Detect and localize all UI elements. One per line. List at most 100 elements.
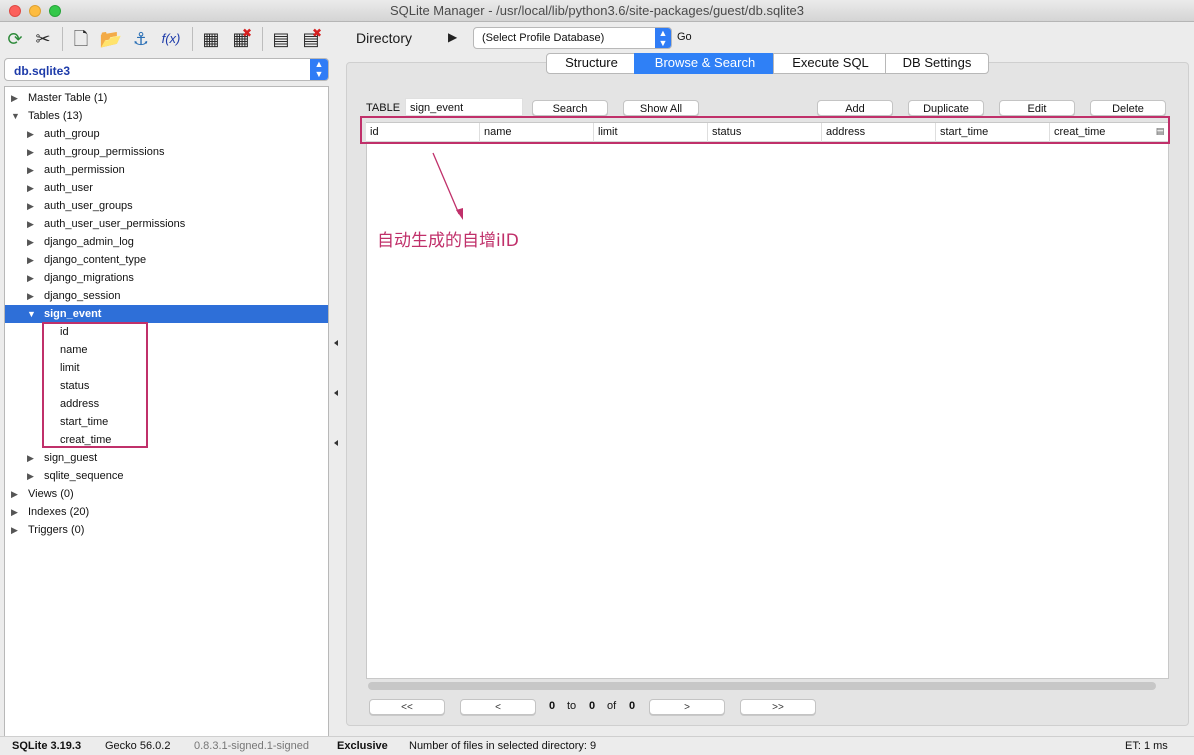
tree-item-table[interactable]: ▶ auth_user_user_permissions [5,215,328,233]
open-folder-icon[interactable]: 📂 [98,26,124,52]
disclosure-right-icon[interactable]: ▶ [27,269,34,287]
collapse-left-icon[interactable] [334,440,338,446]
disclosure-right-icon[interactable]: ▶ [27,233,34,251]
tree-item-label: auth_permission [44,164,125,176]
tree-item-label: auth_group_permissions [44,146,165,158]
new-index-icon[interactable]: ▤ [268,26,294,52]
add-button[interactable]: Add [817,100,893,116]
toolbar: ⟳ ✂ 🗋 📂 ⚓ f(x) ▦ ▦ ✖ ▤ ▤ ✖ Directory ▶ (Se… [0,23,1194,55]
panel-splitter[interactable] [333,330,339,450]
tree-item-label: auth_user_groups [44,200,133,212]
duplicate-button[interactable]: Duplicate [908,100,984,116]
tree-item-table[interactable]: ▶ django_session [5,287,328,305]
toolbar-separator [192,27,193,51]
tree-item-label: django_content_type [44,254,147,266]
show-all-button[interactable]: Show All [623,100,699,116]
tab-db-settings[interactable]: DB Settings [885,53,989,74]
tree-item-label: django_migrations [44,272,134,284]
annotation-label: 自动生成的自增iID [377,231,519,251]
function-icon[interactable]: f(x) [158,26,184,52]
chevron-updown-icon: ▲ ▼ [310,59,328,80]
horizontal-scrollbar[interactable] [368,682,1156,690]
tab-execute-sql[interactable]: Execute SQL [773,53,888,74]
tree-item-label: sign_guest [44,452,98,464]
files-count: Number of files in selected directory: 9 [409,740,597,752]
tools-icon[interactable]: ✂ [30,26,56,52]
drop-index-icon[interactable]: ▤ ✖ [298,26,324,52]
tree-item-sign-event[interactable]: ▼ sign_event [5,305,328,323]
tree-item-table[interactable]: ▶ django_admin_log [5,233,328,251]
tree-item-table[interactable]: ▶ auth_group_permissions [5,143,328,161]
collapse-left-icon[interactable] [334,390,338,396]
tree-item-table[interactable]: ▶ sqlite_sequence [5,467,328,485]
next-page-button[interactable]: > [649,699,725,715]
collapse-left-icon[interactable] [334,340,338,346]
chevron-updown-icon: ▲ ▼ [655,28,671,48]
results-grid[interactable] [366,122,1169,679]
tree-item-table[interactable]: ▶ auth_group [5,125,328,143]
columns-highlight-box [360,116,1170,144]
fields-highlight-box [42,322,148,448]
go-button[interactable]: Go [677,31,692,43]
reload-icon[interactable]: ⟳ [2,26,28,52]
pager-of-label: of [607,700,617,712]
play-icon[interactable]: ▶ [448,30,457,44]
tab-browse-search[interactable]: Browse & Search [634,53,776,74]
tree-item-table[interactable]: ▶ django_migrations [5,269,328,287]
disclosure-right-icon[interactable]: ▶ [27,215,34,233]
disclosure-right-icon[interactable]: ▶ [27,251,34,269]
prev-page-button[interactable]: < [460,699,536,715]
gecko-version: Gecko 56.0.2 [105,740,171,752]
tree-item-views[interactable]: ▶ Views (0) [5,485,328,503]
pager-from: 0 [549,700,556,712]
search-button[interactable]: Search [532,100,608,116]
disclosure-right-icon[interactable]: ▶ [27,125,34,143]
table-name-field[interactable]: sign_event [405,98,523,116]
tree-item-label: Master Table (1) [28,92,108,104]
tree-item-triggers[interactable]: ▶ Triggers (0) [5,521,328,539]
tree-item-label: django_admin_log [44,236,134,248]
first-page-button[interactable]: << [369,699,445,715]
delete-button[interactable]: Delete [1090,100,1166,116]
tree-item-label: auth_user_user_permissions [44,218,186,230]
attach-icon[interactable]: ⚓ [128,26,154,52]
tree-item-tables[interactable]: ▼ Tables (13) [5,107,328,125]
annotation-arrow [432,152,463,220]
drop-table-icon[interactable]: ▦ ✖ [228,26,254,52]
tree-item-indexes[interactable]: ▶ Indexes (20) [5,503,328,521]
tree-item-label: Tables (13) [28,110,83,122]
tab-structure[interactable]: Structure [546,53,637,74]
profile-database-select[interactable]: (Select Profile Database) ▲ ▼ [473,27,672,49]
toolbar-separator [62,27,63,51]
disclosure-right-icon[interactable]: ▶ [27,449,34,467]
tree-item-table[interactable]: ▶ auth_permission [5,161,328,179]
elapsed-time: ET: 1 ms [1125,740,1168,752]
new-file-icon[interactable]: 🗋 [68,26,94,52]
disclosure-right-icon[interactable]: ▶ [27,143,34,161]
disclosure-down-icon[interactable]: ▼ [11,107,20,125]
tree-item-label: Triggers (0) [28,524,85,536]
edit-button[interactable]: Edit [999,100,1075,116]
disclosure-right-icon[interactable]: ▶ [27,467,34,485]
lock-mode[interactable]: Exclusive [337,740,388,752]
last-page-button[interactable]: >> [740,699,816,715]
disclosure-right-icon[interactable]: ▶ [27,161,34,179]
disclosure-right-icon[interactable]: ▶ [11,89,18,107]
tree-item-label: auth_user [44,182,93,194]
tree-item-table[interactable]: ▶ sign_guest [5,449,328,467]
profile-select-value: (Select Profile Database) [482,32,605,44]
disclosure-right-icon[interactable]: ▶ [27,179,34,197]
tree-item-table[interactable]: ▶ auth_user_groups [5,197,328,215]
disclosure-right-icon[interactable]: ▶ [11,485,18,503]
tree-item-table[interactable]: ▶ auth_user [5,179,328,197]
disclosure-right-icon[interactable]: ▶ [27,287,34,305]
tree-item-master[interactable]: ▶ Master Table (1) [5,89,328,107]
new-table-icon[interactable]: ▦ [198,26,224,52]
database-select-value: db.sqlite3 [14,64,71,78]
tree-item-table[interactable]: ▶ django_content_type [5,251,328,269]
disclosure-right-icon[interactable]: ▶ [27,197,34,215]
database-select[interactable]: db.sqlite3 ▲ ▼ [4,58,329,81]
disclosure-right-icon[interactable]: ▶ [11,521,18,539]
disclosure-down-icon[interactable]: ▼ [27,305,36,323]
disclosure-right-icon[interactable]: ▶ [11,503,18,521]
